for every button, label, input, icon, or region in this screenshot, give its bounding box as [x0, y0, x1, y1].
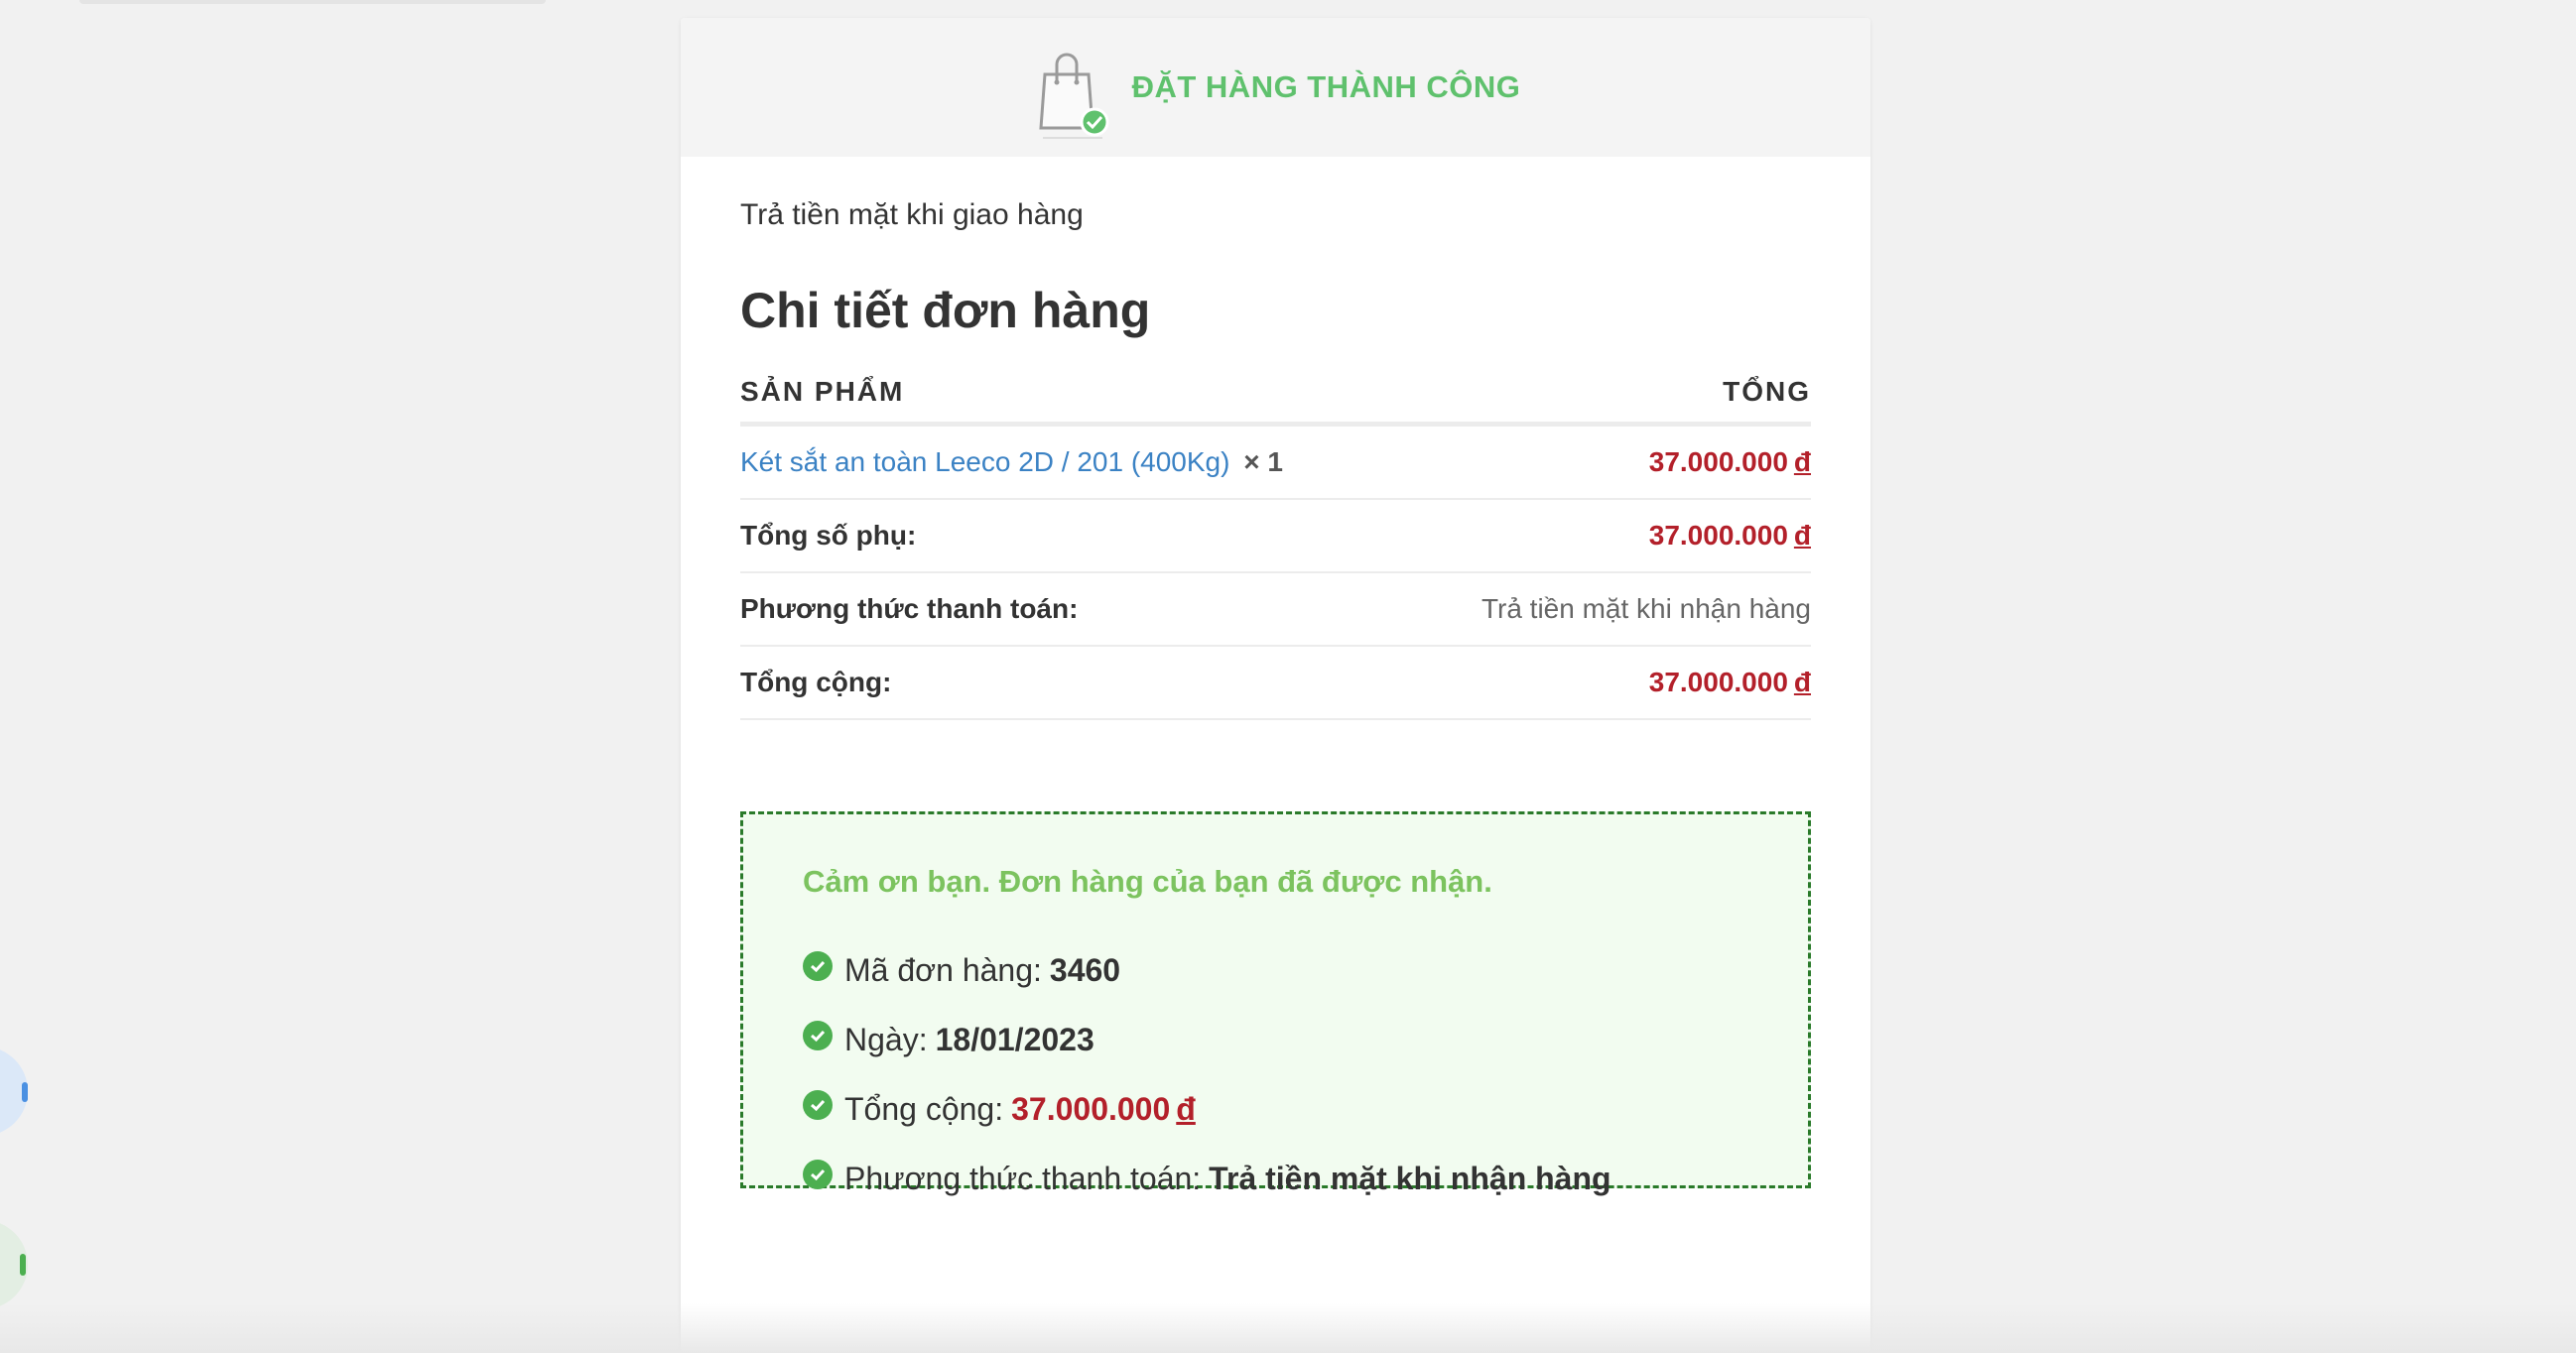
- method-label: Phương thức thanh toán:: [844, 1160, 1202, 1196]
- subtotal-label: Tổng số phụ:: [740, 499, 1407, 573]
- currency-symbol: đ: [1793, 667, 1811, 697]
- bottom-fade: [0, 1303, 2576, 1353]
- thank-you-box: Cảm ơn bạn. Đơn hàng của bạn đã được nhậ…: [740, 811, 1811, 1196]
- product-price: 37.000.000 đ: [1406, 424, 1811, 500]
- floating-call-button[interactable]: [0, 1220, 28, 1309]
- table-row-grand-total: Tổng cộng: 37.000.000 đ: [740, 646, 1811, 720]
- order-summary-list: Mã đơn hàng: 3460 Ngày: 18/01/2023 Tổng …: [803, 935, 1748, 1213]
- floating-chat-button[interactable]: [0, 1046, 28, 1136]
- method-value: Trả tiền mặt khi nhận hàng: [1209, 1160, 1611, 1196]
- grand-total-value: 37.000.000: [1648, 667, 1788, 697]
- table-header-row: SẢN PHẨM TỔNG: [740, 366, 1811, 427]
- payment-note: Trả tiền mặt khi giao hàng: [740, 198, 1084, 231]
- check-circle-icon: [803, 951, 833, 981]
- card-header: ĐẶT HÀNG THÀNH CÔNG: [681, 18, 1870, 157]
- date-label: Ngày:: [844, 1021, 928, 1057]
- table-row-payment-method: Phương thức thanh toán: Trả tiền mặt khi…: [740, 572, 1811, 647]
- product-link[interactable]: Két sắt an toàn Leeco 2D / 201 (400Kg): [740, 446, 1229, 477]
- order-details-table: SẢN PHẨM TỔNG Két sắt an toàn Leeco 2D /…: [740, 366, 1811, 720]
- order-number-value: 3460: [1049, 951, 1121, 988]
- col-product-header: SẢN PHẨM: [740, 366, 1407, 427]
- order-details-heading: Chi tiết đơn hàng: [740, 283, 1151, 338]
- check-circle-icon: [803, 1160, 833, 1189]
- col-total-header: TỔNG: [1406, 366, 1811, 427]
- grand-total-label: Tổng cộng:: [740, 646, 1407, 720]
- total-value: 37.000.000 đ: [1011, 1091, 1196, 1128]
- top-scroll-strip: [79, 0, 546, 4]
- list-item-date: Ngày: 18/01/2023: [803, 1005, 1748, 1074]
- date-value: 18/01/2023: [935, 1021, 1095, 1057]
- list-item-order-number: Mã đơn hàng: 3460: [803, 935, 1748, 1005]
- product-price-value: 37.000.000: [1648, 446, 1788, 477]
- shopping-bag-check-icon: [1038, 53, 1109, 139]
- payment-method-value: Trả tiền mặt khi nhận hàng: [1406, 572, 1811, 647]
- product-qty: × 1: [1243, 446, 1283, 477]
- check-circle-icon: [803, 1090, 833, 1120]
- list-item-payment-method: Phương thức thanh toán: Trả tiền mặt khi…: [803, 1144, 1748, 1213]
- table-row-subtotal: Tổng số phụ: 37.000.000 đ: [740, 499, 1811, 573]
- success-title: ĐẶT HÀNG THÀNH CÔNG: [1131, 69, 1521, 104]
- order-number-label: Mã đơn hàng:: [844, 951, 1042, 988]
- total-label: Tổng cộng:: [844, 1090, 1004, 1127]
- list-item-total: Tổng cộng: 37.000.000 đ: [803, 1074, 1748, 1144]
- thank-you-message: Cảm ơn bạn. Đơn hàng của bạn đã được nhậ…: [803, 864, 1492, 899]
- product-cell: Két sắt an toàn Leeco 2D / 201 (400Kg) ×…: [740, 424, 1407, 500]
- currency-symbol: đ: [1793, 446, 1811, 477]
- payment-method-label: Phương thức thanh toán:: [740, 572, 1407, 647]
- currency-symbol: đ: [1793, 520, 1811, 551]
- subtotal-value: 37.000.000: [1648, 520, 1788, 551]
- table-row-product: Két sắt an toàn Leeco 2D / 201 (400Kg) ×…: [740, 424, 1811, 500]
- currency-symbol: đ: [1176, 1090, 1196, 1127]
- grand-total-price: 37.000.000 đ: [1406, 646, 1811, 720]
- check-circle-icon: [803, 1021, 833, 1050]
- subtotal-price: 37.000.000 đ: [1406, 499, 1811, 573]
- order-success-card: ĐẶT HÀNG THÀNH CÔNG Trả tiền mặt khi gia…: [681, 18, 1870, 1353]
- total-amount: 37.000.000: [1011, 1090, 1171, 1127]
